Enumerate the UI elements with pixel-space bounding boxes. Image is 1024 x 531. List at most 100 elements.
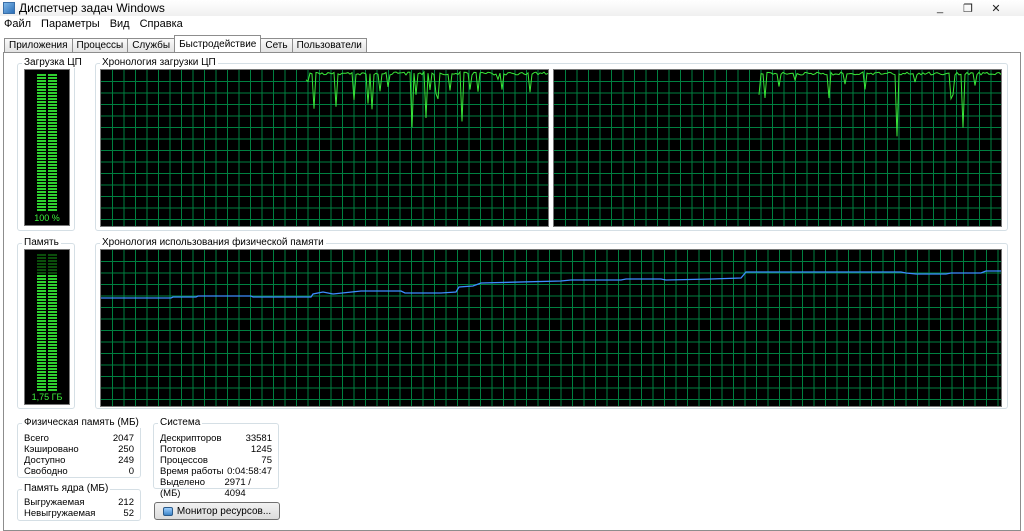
memory-meter-segment (48, 266, 57, 268)
cpu-meter-segment (37, 167, 46, 169)
memory-meter-segment (48, 281, 57, 283)
stat-row: Невыгружаемая 52 (24, 508, 134, 519)
tab-performance[interactable]: Быстродействие (174, 35, 262, 52)
tab-network[interactable]: Сеть (260, 38, 293, 52)
resource-monitor-icon (162, 506, 173, 516)
cpu-history-graph-core-2 (553, 69, 1002, 227)
cpu-meter-segment (37, 197, 46, 199)
tab-services[interactable]: Службы (127, 38, 176, 52)
memory-meter-segment (48, 260, 57, 262)
cpu-meter-segment (48, 164, 57, 166)
stat-label: Время работы (160, 466, 224, 477)
cpu-usage-value: 100 % (34, 213, 60, 223)
tab-users[interactable]: Пользователи (291, 38, 367, 52)
tab-applications[interactable]: Приложения (4, 38, 73, 52)
cpu-meter-segment (37, 203, 46, 205)
maximize-icon[interactable]: ❐ (954, 0, 982, 16)
memory-meter-segment (37, 383, 46, 385)
memory-meter-segment (48, 386, 57, 388)
stat-row: Потоков 1245 (160, 444, 272, 455)
stat-value: 2047 (112, 433, 134, 444)
memory-meter-segment (48, 317, 57, 319)
memory-meter-segment (37, 374, 46, 376)
memory-meter-segment (48, 299, 57, 301)
tab-processes[interactable]: Процессы (71, 38, 129, 52)
memory-meter-segment (48, 263, 57, 265)
memory-meter-segment (37, 320, 46, 322)
cpu-meter-segment (37, 152, 46, 154)
memory-meter-segment (48, 269, 57, 271)
memory-meter-segment (37, 326, 46, 328)
cpu-meter-segment (37, 77, 46, 79)
memory-meter-segment (48, 314, 57, 316)
cpu-meter-segment (48, 83, 57, 85)
memory-meter-segment (48, 305, 57, 307)
memory-meter-segment (48, 371, 57, 373)
stat-label: Кэшировано (24, 444, 79, 455)
cpu-meter-segment (37, 74, 46, 76)
cpu-meter-segment (48, 116, 57, 118)
stat-value: 2971 / 4094 (224, 477, 251, 499)
menu-help[interactable]: Справка (140, 18, 183, 30)
stat-label: Дескрипторов (160, 433, 222, 444)
cpu-meter-segment (48, 131, 57, 133)
cpu-meter-segment (48, 77, 57, 79)
cpu-meter-segment (37, 158, 46, 160)
memory-meter-segment (37, 359, 46, 361)
menu-file[interactable]: Файл (4, 18, 31, 30)
memory-meter-segment (48, 284, 57, 286)
memory-meter-segment (37, 335, 46, 337)
cpu-meter-segment (37, 110, 46, 112)
memory-meter-bars (37, 254, 57, 391)
memory-meter-segment (37, 353, 46, 355)
memory-meter-segment (37, 284, 46, 286)
task-manager-app-icon (3, 2, 15, 14)
memory-meter-segment (48, 311, 57, 313)
resource-monitor-label: Монитор ресурсов... (176, 505, 272, 517)
cpu-meter-bars (37, 74, 57, 211)
cpu-meter-segment (48, 143, 57, 145)
memory-meter-segment (48, 323, 57, 325)
cpu-meter-segment (37, 170, 46, 172)
cpu-meter-segment (48, 182, 57, 184)
cpu-meter-segment (37, 191, 46, 193)
close-icon[interactable]: ✕ (982, 0, 1010, 16)
cpu-meter-segment (48, 140, 57, 142)
stat-value: 0:04:58:47 (227, 466, 272, 477)
memory-meter-segment (48, 353, 57, 355)
cpu-meter-segment (48, 101, 57, 103)
memory-meter-segment (37, 302, 46, 304)
stat-label: Свободно (24, 466, 68, 477)
stat-row: Выделено (МБ) 2971 / 4094 (160, 477, 272, 499)
cpu-meter-segment (37, 113, 46, 115)
minimize-icon[interactable]: _ (926, 0, 954, 16)
memory-meter-segment (37, 377, 46, 379)
cpu-meter-segment (37, 185, 46, 187)
memory-meter-segment (37, 281, 46, 283)
memory-meter-segment (37, 314, 46, 316)
cpu-meter-segment (37, 209, 46, 211)
cpu-meter-segment (48, 191, 57, 193)
cpu-meter-segment (37, 83, 46, 85)
memory-meter-segment (37, 254, 46, 256)
cpu-meter-segment (37, 107, 46, 109)
physical-memory-group: Физическая память (МБ) Всего 2047 Кэширо… (17, 417, 141, 478)
memory-meter-segment (37, 263, 46, 265)
cpu-meter-segment (37, 80, 46, 82)
cpu-meter-segment (48, 149, 57, 151)
menu-options[interactable]: Параметры (41, 18, 100, 30)
memory-meter-segment (37, 338, 46, 340)
cpu-meter-segment (37, 128, 46, 130)
memory-meter-segment (48, 380, 57, 382)
cpu-meter-segment (37, 125, 46, 127)
stat-value: 212 (118, 497, 134, 508)
cpu-meter-segment (48, 185, 57, 187)
memory-meter-segment (48, 275, 57, 277)
memory-meter-segment (48, 362, 57, 364)
menu-view[interactable]: Вид (110, 18, 130, 30)
resource-monitor-button[interactable]: Монитор ресурсов... (154, 502, 280, 520)
memory-meter-segment (37, 389, 46, 391)
memory-meter-segment (37, 293, 46, 295)
cpu-meter-segment (48, 146, 57, 148)
cpu-meter-segment (37, 137, 46, 139)
